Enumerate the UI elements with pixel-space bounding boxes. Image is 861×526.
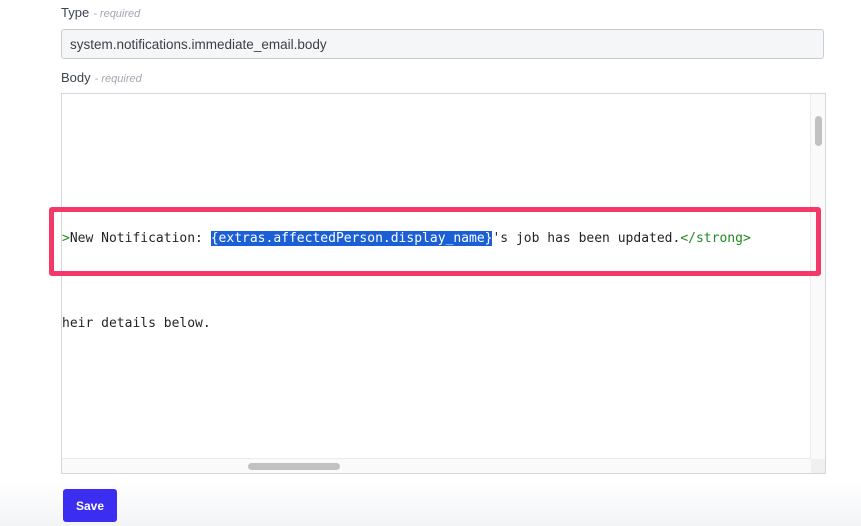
body-code-editor[interactable]: >New Notification: {extras.affectedPerso… xyxy=(61,93,826,474)
code-line-notification[interactable]: >New Notification: {extras.affectedPerso… xyxy=(62,231,751,246)
tag-open-fragment: > xyxy=(62,231,70,246)
horizontal-scrollbar-thumb[interactable] xyxy=(248,463,340,470)
type-input[interactable]: system.notifications.immediate_email.bod… xyxy=(61,29,824,59)
horizontal-scrollbar[interactable] xyxy=(62,458,811,473)
vertical-scrollbar[interactable] xyxy=(810,94,825,460)
code-line-details[interactable]: heir details below. xyxy=(62,316,211,331)
body-required-hint: - required xyxy=(94,73,142,85)
job-updated-text: 's job has been updated. xyxy=(492,231,681,246)
vertical-scrollbar-thumb[interactable] xyxy=(815,116,822,146)
type-label: Type - required xyxy=(61,5,140,20)
save-button[interactable]: Save xyxy=(63,489,117,522)
selected-placeholder[interactable]: {extras.affectedPerson.display_name} xyxy=(210,231,493,246)
body-label: Body - required xyxy=(61,70,142,85)
notification-text: New Notification: xyxy=(69,231,211,246)
scrollbar-corner xyxy=(811,459,825,473)
type-label-text: Type xyxy=(61,5,90,20)
body-label-text: Body xyxy=(61,70,91,85)
action-bar xyxy=(0,482,861,526)
strong-close-tag: </strong> xyxy=(680,231,751,246)
type-required-hint: - required xyxy=(93,8,141,20)
